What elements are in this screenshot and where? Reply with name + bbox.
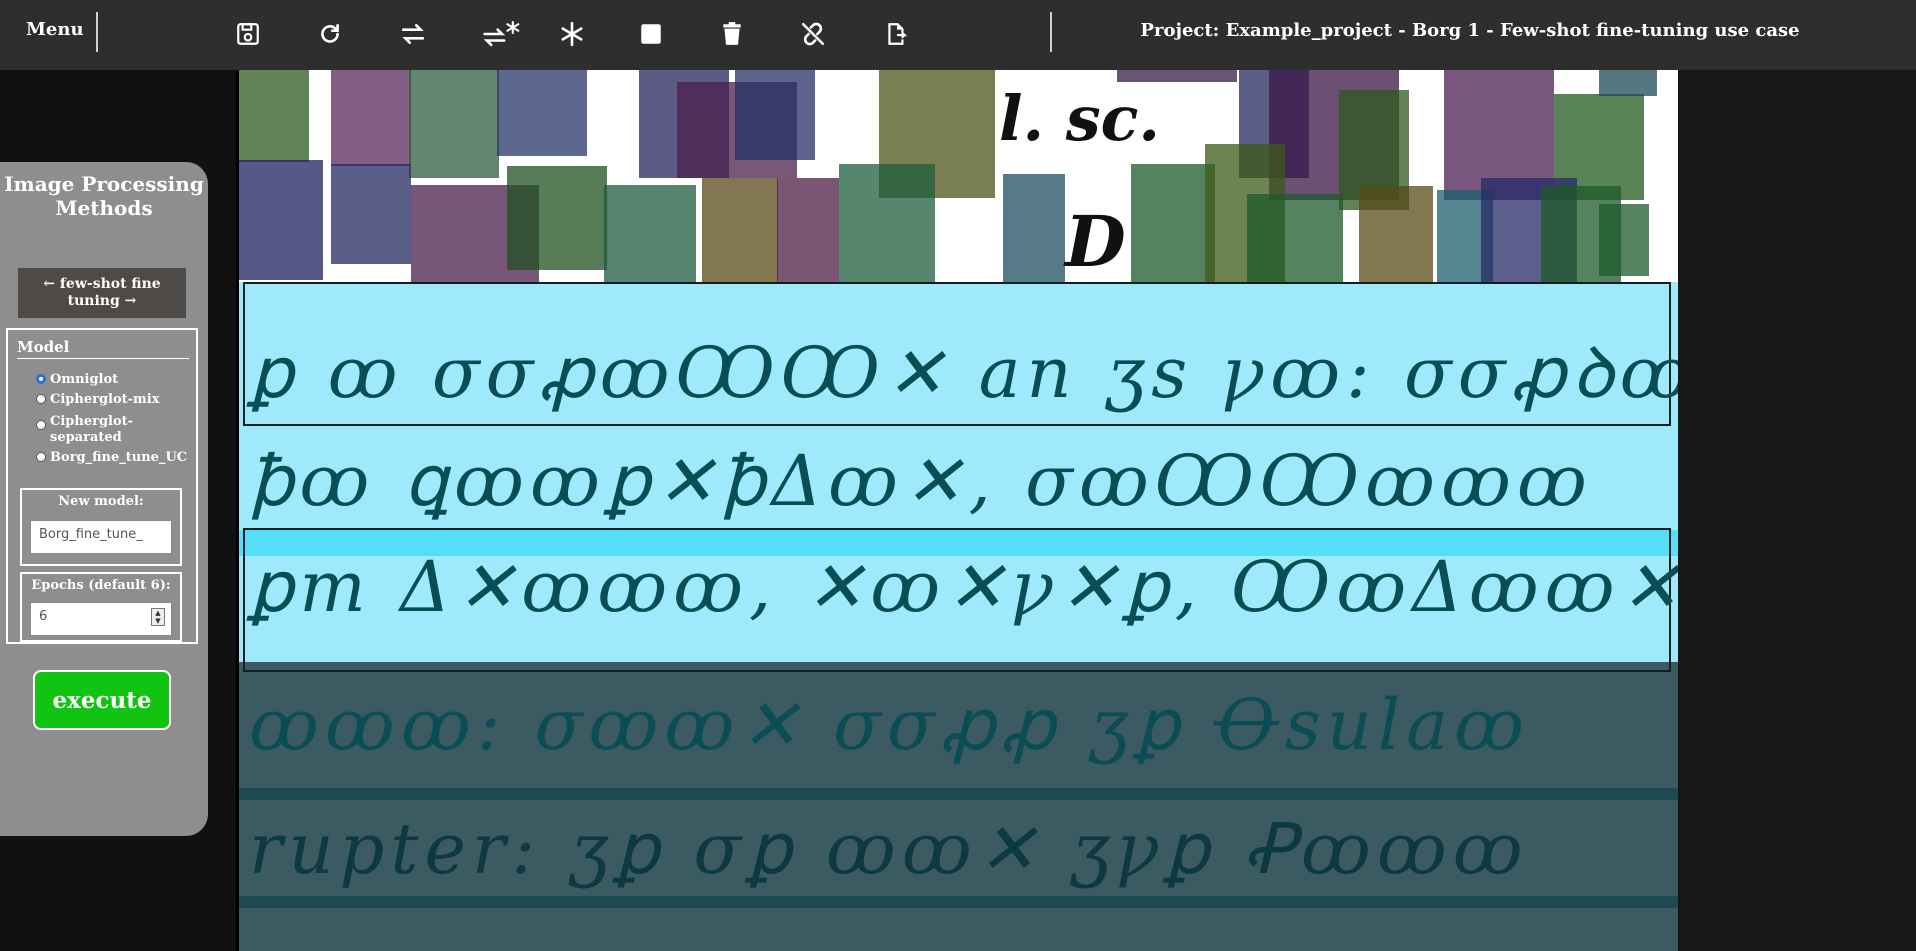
- text-line-overlap: [239, 788, 1681, 800]
- model-option-cipherglot-mix[interactable]: Cipherglot-mix: [36, 392, 204, 408]
- toolbar-divider: [1050, 12, 1052, 52]
- glyph-box[interactable]: [331, 70, 411, 166]
- text-line: rupter: ʒꝑ σꝑ ꝏꝏ✕ ʒꝩꝑ Ꝓꝏꝏꝏ: [249, 808, 1529, 890]
- radio-icon[interactable]: [36, 420, 46, 430]
- glyph-box[interactable]: [239, 70, 309, 162]
- header-text: D: [1065, 200, 1126, 283]
- new-model-label: New model:: [58, 494, 144, 509]
- glyph-box[interactable]: [497, 70, 587, 156]
- text-line: ꝑm Δ✕ꝏꝏꝏ, ✕ꝏ✕ꝩ✕ꝑ, ꝎꝏΔꝏꝏ✕: [249, 546, 1681, 628]
- glyph-box[interactable]: [507, 166, 607, 270]
- unlink-icon[interactable]: [796, 17, 830, 51]
- epochs-input[interactable]: 6 ▲ ▼: [30, 602, 172, 636]
- radio-icon[interactable]: [36, 394, 46, 404]
- model-option-omniglot[interactable]: Omniglot: [36, 372, 204, 388]
- export-icon[interactable]: [880, 17, 914, 51]
- project-title: Project: Example_project - Borg 1 - Few-…: [1140, 20, 1800, 41]
- swap-icon[interactable]: [396, 17, 430, 51]
- text-line: ꝏꝏꝏ: σꝏꝏ✕ σσꝓꝓ ʒꝑ Ꝋsulaꝏ: [249, 684, 1530, 766]
- redo-icon[interactable]: [313, 17, 347, 51]
- glyph-box[interactable]: [702, 178, 778, 298]
- toolbar-divider: [96, 12, 98, 52]
- header-text: l. sc.: [999, 82, 1160, 155]
- text-line: ꝥꝏ ꝗꝏꝏꝑ✕ꝥΔꝏ✕, σꝏꝎꝎꝏꝏꝏ: [249, 440, 1593, 522]
- snowflake-icon[interactable]: [555, 17, 589, 51]
- glyph-box[interactable]: [777, 178, 839, 294]
- text-line: ꝑ ꝏ σσꝓꝏꝎꝎ✕ an ʒs ꝩꝏ: σσꝓꝺꝏꝐ✕: [249, 332, 1681, 414]
- new-model-input[interactable]: Borg_fine_tune_: [30, 520, 172, 554]
- image-processing-panel: Image Processing Methods ← few-shot fine…: [0, 162, 208, 836]
- epochs-label: Epochs (default 6):: [31, 578, 171, 593]
- new-model-group: New model: Borg_fine_tune_: [20, 488, 182, 566]
- model-fieldset: Model Omniglot Cipherglot-mix Cipherglot…: [6, 328, 198, 644]
- epochs-group: Epochs (default 6): 6 ▲ ▼: [20, 572, 182, 642]
- square-icon[interactable]: [634, 17, 668, 51]
- method-switcher-button[interactable]: ← few-shot fine tuning →: [18, 268, 186, 318]
- model-option-borg-fine-tune[interactable]: Borg_fine_tune_UC: [36, 450, 204, 466]
- model-option-cipherglot-separated[interactable]: Cipherglot-separated: [36, 414, 204, 446]
- glyph-box[interactable]: [735, 70, 815, 160]
- top-toolbar: Menu Project: Example_project - Borg 1 -…: [0, 0, 1916, 70]
- panel-title: Image Processing Methods: [4, 172, 204, 220]
- trash-icon[interactable]: [715, 17, 749, 51]
- glyph-box[interactable]: [239, 160, 323, 280]
- viewer-margin: [1678, 70, 1916, 951]
- radio-checked-icon[interactable]: [36, 374, 46, 384]
- radio-icon[interactable]: [36, 452, 46, 462]
- text-line-overlap: [239, 896, 1681, 908]
- manuscript-viewer[interactable]: l. sc. D ꝑ ꝏ σσꝓꝏꝎꝎ✕ an ʒs ꝩꝏ: σσꝓꝺꝏꝐ✕ ꝥ…: [236, 70, 1681, 951]
- model-legend: Model: [17, 338, 189, 359]
- glyph-box[interactable]: [331, 164, 411, 264]
- glyph-box[interactable]: [409, 70, 499, 178]
- stepper-icon[interactable]: ▲ ▼: [151, 608, 165, 626]
- execute-button[interactable]: execute: [33, 670, 171, 730]
- swap-freeze-icon[interactable]: [479, 17, 525, 51]
- glyph-box[interactable]: [1599, 70, 1657, 96]
- glyph-box[interactable]: [1599, 204, 1649, 276]
- save-icon[interactable]: [231, 17, 265, 51]
- glyph-box[interactable]: [604, 185, 696, 295]
- menu-button[interactable]: Menu: [26, 19, 84, 40]
- glyph-box[interactable]: [1117, 70, 1237, 82]
